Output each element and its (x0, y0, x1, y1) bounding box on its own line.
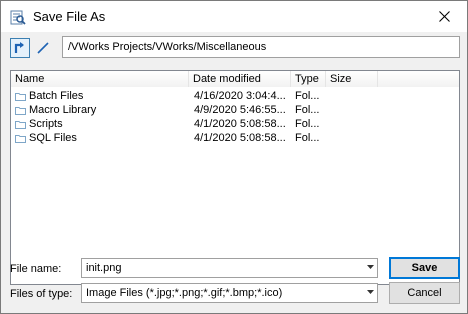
folder-icon (15, 106, 26, 115)
path-field[interactable]: /VWorks Projects/VWorks/Miscellaneous (62, 36, 460, 58)
file-row-date: 4/9/2020 5:46:55... (194, 104, 286, 116)
new-folder-icon (37, 42, 49, 54)
title-bar: Save File As (1, 1, 467, 33)
cancel-button[interactable]: Cancel (389, 282, 460, 304)
column-header-type[interactable]: Type (291, 71, 326, 87)
file-row-date: 4/1/2020 5:08:58... (194, 132, 286, 144)
file-row[interactable]: Batch Files 4/16/2020 3:04:4... Fol... (11, 90, 459, 103)
column-header-date-modified[interactable]: Date modified (189, 71, 291, 87)
file-row-type: Fol... (295, 132, 320, 144)
file-row-date: 4/16/2020 3:04:4... (194, 90, 286, 102)
dialog-title: Save File As (33, 9, 106, 24)
file-type-label: Files of type: (10, 288, 73, 300)
folder-icon (15, 134, 26, 143)
app-icon (10, 10, 26, 25)
file-list-header: Name Date modified Type Size (11, 71, 459, 87)
column-header-filler (378, 71, 459, 87)
column-header-size[interactable]: Size (326, 71, 378, 87)
file-row-name: Macro Library (29, 104, 97, 116)
new-folder-button[interactable] (33, 38, 53, 58)
file-row-name: SQL Files (29, 132, 77, 144)
up-folder-icon (14, 42, 24, 53)
file-row-name: Scripts (29, 118, 63, 130)
close-icon (438, 11, 450, 22)
folder-icon (15, 92, 26, 101)
file-row[interactable]: Macro Library 4/9/2020 5:46:55... Fol... (11, 104, 459, 117)
file-row-type: Fol... (295, 104, 320, 116)
folder-icon (15, 120, 26, 129)
file-name-label: File name: (10, 263, 62, 275)
file-type-select[interactable]: Image Files (*.jpg;*.png;*.gif;*.bmp;*.i… (81, 283, 378, 303)
file-name-value: init.png (86, 262, 122, 274)
chevron-down-icon[interactable] (367, 290, 374, 295)
save-button[interactable]: Save (389, 257, 460, 279)
file-row-name: Batch Files (29, 90, 84, 102)
file-row-type: Fol... (295, 90, 320, 102)
file-name-input[interactable]: init.png (81, 258, 378, 278)
file-row[interactable]: SQL Files 4/1/2020 5:08:58... Fol... (11, 132, 459, 145)
file-type-value: Image Files (*.jpg;*.png;*.gif;*.bmp;*.i… (86, 287, 283, 299)
file-list[interactable]: Name Date modified Type Size Batch Files… (10, 70, 460, 285)
column-header-name[interactable]: Name (11, 71, 189, 87)
file-row[interactable]: Scripts 4/1/2020 5:08:58... Fol... (11, 118, 459, 131)
close-button[interactable] (421, 1, 467, 32)
dialog-content: /VWorks Projects/VWorks/Miscellaneous Na… (1, 32, 467, 313)
chevron-down-icon[interactable] (367, 265, 374, 270)
file-row-type: Fol... (295, 118, 320, 130)
file-row-date: 4/1/2020 5:08:58... (194, 118, 286, 130)
up-folder-button[interactable] (10, 38, 30, 58)
save-file-dialog: Save File As /VWorks Projects/VWorks/Mis… (0, 0, 468, 314)
